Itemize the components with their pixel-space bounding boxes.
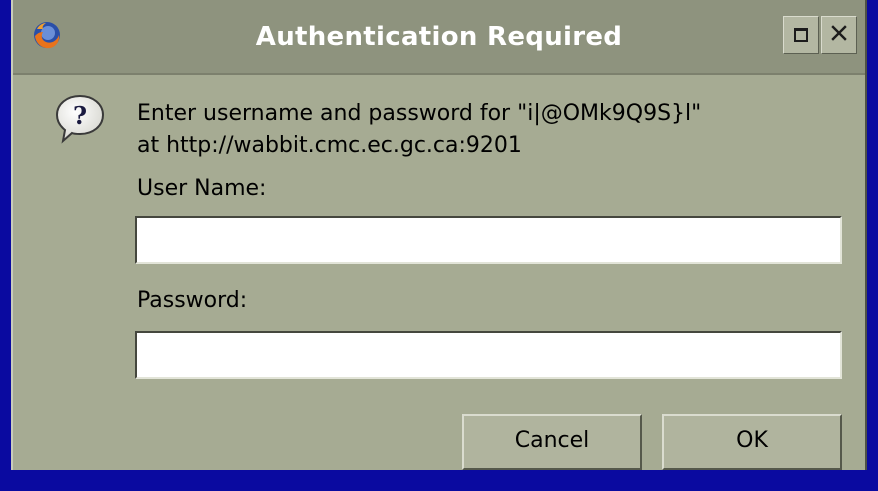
- password-label: Password:: [137, 288, 248, 313]
- window-controls: [781, 16, 857, 54]
- auth-message-line2: at http://wabbit.cmc.ec.gc.ca:9201: [137, 133, 522, 158]
- auth-message: Enter username and password for "i|@OMk9…: [137, 98, 857, 162]
- titlebar[interactable]: Authentication Required: [13, 0, 865, 75]
- ok-button[interactable]: OK: [662, 414, 842, 470]
- maximize-icon: [794, 28, 808, 42]
- username-input[interactable]: [135, 216, 842, 264]
- password-input[interactable]: [135, 331, 842, 379]
- maximize-button[interactable]: [783, 16, 819, 54]
- username-label: User Name:: [137, 176, 267, 201]
- close-button[interactable]: [821, 16, 857, 54]
- auth-dialog: Authentication Required ? Enter username…: [11, 0, 867, 470]
- dialog-title: Authentication Required: [255, 22, 623, 52]
- close-icon: [831, 25, 847, 45]
- question-icon: ?: [54, 93, 106, 145]
- firefox-icon: [32, 20, 62, 50]
- auth-message-line1: Enter username and password for "i|@OMk9…: [137, 101, 702, 126]
- cancel-button[interactable]: Cancel: [462, 414, 642, 470]
- svg-text:?: ?: [73, 101, 87, 130]
